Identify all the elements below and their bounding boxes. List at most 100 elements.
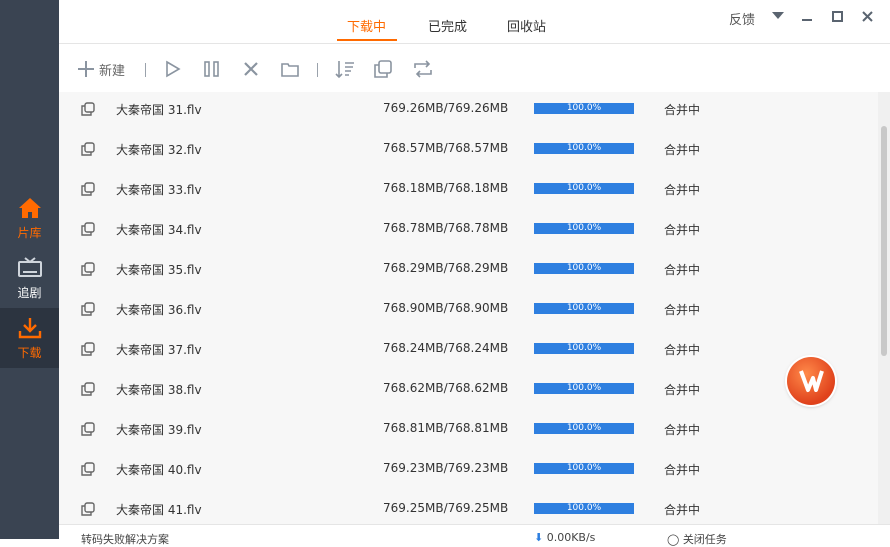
sidebar-item-label: 下载 <box>17 345 42 360</box>
file-size: 769.23MB/769.23MB <box>383 461 509 475</box>
copy-icon[interactable] <box>374 59 392 79</box>
progress-percent: 100.0% <box>566 143 602 153</box>
file-copy-icon <box>81 422 95 436</box>
table-row[interactable]: 大秦帝国 37.flv 768.24MB/768.24MB 100.0% 合并中 <box>59 332 878 372</box>
tab-downloading[interactable]: 下载中 <box>347 16 386 35</box>
floating-logo-icon[interactable] <box>787 357 835 405</box>
progress-bar: 100.0% <box>534 143 634 154</box>
sidebar-item-download[interactable]: 下载 <box>0 308 59 368</box>
progress-percent: 100.0% <box>566 343 602 353</box>
file-name: 大秦帝国 36.flv <box>116 303 202 317</box>
close-icon[interactable] <box>862 11 873 22</box>
toolbar-divider <box>317 63 318 77</box>
table-row[interactable]: 大秦帝国 38.flv 768.62MB/768.62MB 100.0% 合并中 <box>59 372 878 412</box>
status-text: 合并中 <box>664 383 701 397</box>
active-tab-underline <box>337 39 397 41</box>
progress-percent: 100.0% <box>566 103 602 113</box>
pause-icon[interactable] <box>203 59 221 79</box>
progress-percent: 100.0% <box>566 383 602 393</box>
download-arrow-icon: ⬇ <box>534 531 544 544</box>
table-row[interactable]: 大秦帝国 40.flv 769.23MB/769.23MB 100.0% 合并中 <box>59 452 878 492</box>
file-size: 769.26MB/769.26MB <box>383 101 509 115</box>
table-row[interactable]: 大秦帝国 39.flv 768.81MB/768.81MB 100.0% 合并中 <box>59 412 878 452</box>
table-row[interactable]: 大秦帝国 33.flv 768.18MB/768.18MB 100.0% 合并中 <box>59 172 878 212</box>
file-name: 大秦帝国 38.flv <box>116 383 202 397</box>
tab-bar: 下载中 已完成 回收站 反馈 <box>59 0 890 44</box>
table-row[interactable]: 大秦帝国 31.flv 769.26MB/769.26MB 100.0% 合并中 <box>59 92 878 132</box>
delete-icon[interactable] <box>242 59 260 79</box>
sidebar-item-library[interactable]: 片库 <box>0 188 59 248</box>
file-copy-icon <box>81 382 95 396</box>
close-task-option[interactable]: ◯ 关闭任务 <box>667 531 727 547</box>
file-size: 768.62MB/768.62MB <box>383 381 509 395</box>
status-text: 合并中 <box>664 423 701 437</box>
plus-icon <box>78 61 94 77</box>
table-row[interactable]: 大秦帝国 41.flv 769.25MB/769.25MB 100.0% 合并中 <box>59 492 878 524</box>
download-speed: ⬇ 0.00KB/s <box>534 531 595 544</box>
progress-bar: 100.0% <box>534 463 634 474</box>
progress-percent: 100.0% <box>566 503 602 513</box>
sidebar-item-series[interactable]: 追剧 <box>0 248 59 308</box>
progress-percent: 100.0% <box>566 263 602 273</box>
feedback-link[interactable]: 反馈 <box>729 9 755 28</box>
maximize-icon[interactable] <box>832 11 843 22</box>
home-icon <box>18 197 41 218</box>
file-copy-icon <box>81 142 95 156</box>
progress-percent: 100.0% <box>566 423 602 433</box>
status-bar: 转码失败解决方案 ⬇ 0.00KB/s ◯ 关闭任务 <box>59 524 890 546</box>
file-name: 大秦帝国 35.flv <box>116 263 202 277</box>
file-name: 大秦帝国 33.flv <box>116 183 202 197</box>
download-icon <box>18 317 41 338</box>
table-row[interactable]: 大秦帝国 34.flv 768.78MB/768.78MB 100.0% 合并中 <box>59 212 878 252</box>
sort-icon[interactable] <box>335 59 355 79</box>
file-size: 768.90MB/768.90MB <box>383 301 509 315</box>
file-copy-icon <box>81 502 95 516</box>
play-icon[interactable] <box>165 59 181 79</box>
table-row[interactable]: 大秦帝国 36.flv 768.90MB/768.90MB 100.0% 合并中 <box>59 292 878 332</box>
list-scrollbar[interactable] <box>878 92 890 524</box>
table-row[interactable]: 大秦帝国 35.flv 768.29MB/768.29MB 100.0% 合并中 <box>59 252 878 292</box>
toolbar: 新建 <box>59 44 890 93</box>
status-text: 合并中 <box>664 263 701 277</box>
logo-mark-icon <box>799 370 824 392</box>
refresh-icon[interactable] <box>413 59 433 79</box>
file-copy-icon <box>81 102 95 116</box>
status-text: 合并中 <box>664 303 701 317</box>
file-size: 768.18MB/768.18MB <box>383 181 509 195</box>
file-copy-icon <box>81 222 95 236</box>
tab-completed[interactable]: 已完成 <box>428 16 467 35</box>
file-size: 768.78MB/768.78MB <box>383 221 509 235</box>
file-size: 769.25MB/769.25MB <box>383 501 509 515</box>
folder-icon[interactable] <box>281 59 299 79</box>
table-row[interactable]: 大秦帝国 32.flv 768.57MB/768.57MB 100.0% 合并中 <box>59 132 878 172</box>
file-copy-icon <box>81 342 95 356</box>
status-text: 合并中 <box>664 103 701 117</box>
file-copy-icon <box>81 302 95 316</box>
file-copy-icon <box>81 462 95 476</box>
file-size: 768.57MB/768.57MB <box>383 141 509 155</box>
progress-bar: 100.0% <box>534 103 634 114</box>
status-text: 合并中 <box>664 223 701 237</box>
progress-bar: 100.0% <box>534 343 634 354</box>
minimize-icon[interactable] <box>801 12 813 22</box>
new-task-button[interactable]: 新建 <box>77 59 125 79</box>
scrollbar-thumb[interactable] <box>881 126 887 356</box>
file-name: 大秦帝国 41.flv <box>116 503 202 517</box>
file-name: 大秦帝国 37.flv <box>116 343 202 357</box>
transcode-help-link[interactable]: 转码失败解决方案 <box>81 531 169 547</box>
main-panel: 下载中 已完成 回收站 反馈 新建 大秦帝国 31.flv 769.26MB/76… <box>59 0 890 546</box>
radio-icon: ◯ <box>667 533 680 546</box>
status-text: 合并中 <box>664 183 701 197</box>
new-task-label: 新建 <box>99 63 126 79</box>
progress-bar: 100.0% <box>534 423 634 434</box>
tab-recycle-bin[interactable]: 回收站 <box>507 16 546 35</box>
status-text: 合并中 <box>664 503 701 517</box>
progress-bar: 100.0% <box>534 223 634 234</box>
file-name: 大秦帝国 34.flv <box>116 223 202 237</box>
tv-icon <box>17 256 42 277</box>
chevron-down-icon[interactable] <box>772 12 784 20</box>
file-name: 大秦帝国 31.flv <box>116 103 202 117</box>
file-size: 768.24MB/768.24MB <box>383 341 509 355</box>
progress-bar: 100.0% <box>534 183 634 194</box>
sidebar-item-label: 追剧 <box>17 285 42 300</box>
